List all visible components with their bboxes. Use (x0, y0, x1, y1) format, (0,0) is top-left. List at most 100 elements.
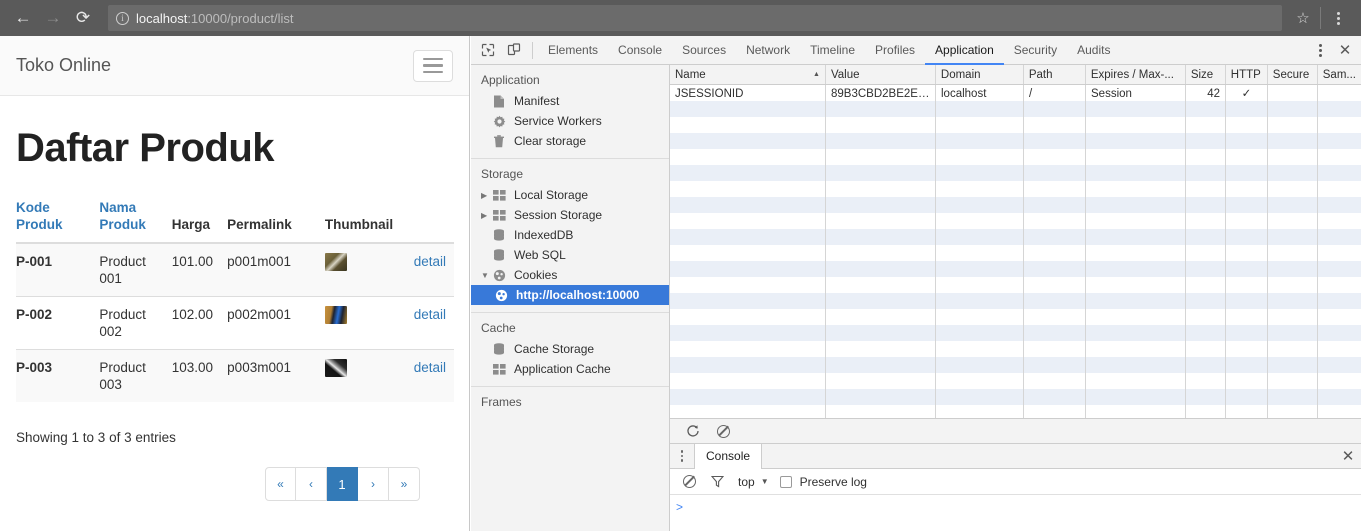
sidebar-section-title: Application (481, 73, 540, 87)
sidebar-item-label: Cache Storage (514, 342, 595, 356)
chevron-right-icon[interactable]: ▶ (481, 191, 493, 200)
cell-empty (1226, 213, 1268, 229)
chevron-right-icon[interactable]: ▶ (481, 211, 493, 220)
tab-application[interactable]: Application (925, 37, 1004, 65)
sidebar-item-service-workers[interactable]: Service Workers (471, 111, 669, 131)
cell-kode: P-002 (16, 296, 100, 350)
cell-empty (826, 229, 936, 245)
sidebar-item-local-storage[interactable]: ▶ Local Storage (471, 185, 669, 205)
sidebar-item-session-storage[interactable]: ▶ Session Storage (471, 205, 669, 225)
column-header-value[interactable]: Value (826, 65, 936, 84)
sidebar-item-label: http://localhost:10000 (516, 288, 640, 302)
cell-empty (1226, 341, 1268, 357)
star-icon[interactable]: ☆ (1288, 3, 1318, 33)
sidebar-item-web-sql[interactable]: Web SQL (471, 245, 669, 265)
detail-link[interactable]: detail (414, 360, 446, 375)
tab-elements[interactable]: Elements (538, 37, 608, 65)
clear-all-icon[interactable] (708, 419, 738, 443)
column-header-name[interactable]: Name ▲ (670, 65, 826, 84)
tab-sources[interactable]: Sources (672, 37, 736, 65)
cell-empty (1186, 309, 1226, 325)
forward-icon[interactable]: → (38, 3, 68, 33)
sidebar-item-cookies[interactable]: ▼ Cookies (471, 265, 669, 285)
cell-kode: P-001 (16, 242, 100, 297)
console-output[interactable]: > (670, 495, 1361, 531)
device-toolbar-icon[interactable] (501, 38, 527, 62)
cell-empty (826, 405, 936, 418)
sidebar-item-application-cache[interactable]: Application Cache (471, 359, 669, 379)
cell-empty (936, 181, 1024, 197)
detail-link[interactable]: detail (414, 307, 446, 322)
drawer-tab-console[interactable]: Console (694, 443, 763, 469)
cookie-empty-row (670, 293, 1361, 309)
cell-empty (936, 341, 1024, 357)
cell-empty (826, 181, 936, 197)
cookie-row[interactable]: JSESSIONID 89B3CBD2BE2EB... localhost / … (670, 85, 1361, 101)
address-bar[interactable]: i localhost:10000/product/list (108, 5, 1282, 31)
page-content: Daftar Produk Kode Produk Nama Produk Ha… (0, 126, 469, 501)
column-header-expires[interactable]: Expires / Max-... (1086, 65, 1186, 84)
cookie-empty-row (670, 197, 1361, 213)
back-icon[interactable]: ← (8, 3, 38, 33)
tab-security[interactable]: Security (1004, 37, 1067, 65)
pagination-next[interactable]: › (358, 467, 389, 501)
cell-empty (1024, 133, 1086, 149)
cell-empty (1086, 229, 1186, 245)
cell-empty (1024, 405, 1086, 418)
refresh-icon[interactable] (678, 419, 708, 443)
close-icon[interactable]: ✕ (1335, 447, 1361, 465)
site-brand[interactable]: Toko Online (16, 55, 111, 76)
column-header-secure[interactable]: Secure (1268, 65, 1318, 84)
detail-link[interactable]: detail (414, 254, 446, 269)
filter-funnel-icon[interactable] (704, 470, 730, 494)
inspect-element-icon[interactable] (475, 38, 501, 62)
info-circle-icon[interactable]: i (116, 11, 129, 25)
sidebar-item-cookie-origin[interactable]: http://localhost:10000 (471, 285, 669, 305)
kebab-menu-icon[interactable] (1323, 3, 1353, 33)
tab-audits[interactable]: Audits (1067, 37, 1120, 65)
pagination-last[interactable]: » (389, 467, 420, 501)
column-header-nama-produk[interactable]: Nama Produk (99, 193, 172, 244)
chevron-down-icon[interactable]: ▼ (761, 477, 769, 486)
column-header-size[interactable]: Size (1186, 65, 1226, 84)
column-header-kode-produk[interactable]: Kode Produk (16, 193, 100, 244)
cell-empty (1318, 149, 1361, 165)
tab-network[interactable]: Network (736, 37, 800, 65)
sidebar-item-indexeddb[interactable]: IndexedDB (471, 225, 669, 245)
column-label: Name (675, 68, 706, 81)
column-header-path[interactable]: Path (1024, 65, 1086, 84)
column-header-domain[interactable]: Domain (936, 65, 1024, 84)
column-header-http[interactable]: HTTP (1226, 65, 1268, 84)
console-context[interactable]: top (738, 475, 755, 489)
sidebar-item-cache-storage[interactable]: Cache Storage (471, 339, 669, 359)
sidebar-item-clear-storage[interactable]: Clear storage (471, 131, 669, 151)
trash-icon (493, 134, 509, 148)
kebab-menu-icon[interactable] (1307, 38, 1333, 62)
cell-empty (1186, 293, 1226, 309)
column-header-samesite[interactable]: Sam... (1318, 65, 1361, 84)
tab-profiles[interactable]: Profiles (865, 37, 925, 65)
cell-empty (670, 325, 826, 341)
close-icon[interactable]: ✕ (1333, 41, 1357, 59)
pagination-prev[interactable]: ‹ (296, 467, 327, 501)
tab-console[interactable]: Console (608, 37, 672, 65)
pagination-page-1[interactable]: 1 (327, 467, 358, 501)
reload-icon[interactable]: ⟳ (68, 3, 98, 33)
preserve-log-label[interactable]: Preserve log (800, 475, 867, 489)
cookie-empty-row (670, 149, 1361, 165)
cookie-empty-row (670, 117, 1361, 133)
clear-console-icon[interactable] (676, 470, 702, 494)
pagination-first[interactable]: « (265, 467, 296, 501)
sidebar-item-manifest[interactable]: Manifest (471, 91, 669, 111)
sidebar-section-title: Storage (481, 167, 524, 181)
cell-empty (1318, 245, 1361, 261)
preserve-log-checkbox[interactable] (779, 475, 792, 488)
cell-empty (670, 149, 826, 165)
chevron-down-icon[interactable]: ▼ (481, 271, 493, 280)
hamburger-icon[interactable] (413, 49, 453, 82)
kebab-menu-icon[interactable] (670, 449, 694, 463)
tab-timeline[interactable]: Timeline (800, 37, 865, 65)
cell-empty (826, 133, 936, 149)
page-title: Daftar Produk (16, 126, 275, 170)
cell-empty (1318, 117, 1361, 133)
